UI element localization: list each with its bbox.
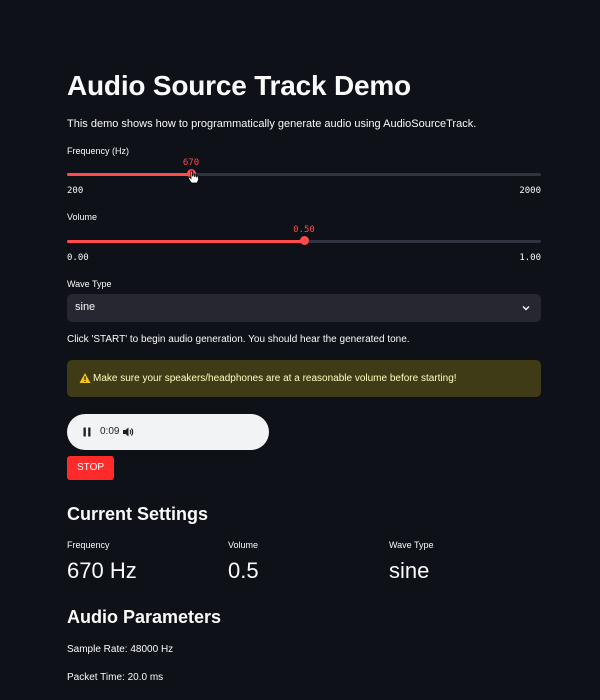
- metric-frequency: Frequency 670 Hz: [67, 540, 137, 584]
- metric-label: Wave Type: [389, 540, 434, 550]
- volume-slider[interactable]: 0.50: [67, 225, 541, 255]
- metric-value: sine: [389, 558, 430, 583]
- chevron-down-icon: [522, 306, 530, 311]
- metric-volume: Volume 0.5: [228, 540, 259, 584]
- metric-label: Volume: [228, 540, 259, 550]
- param-packet-time: Packet Time: 20.0 ms: [67, 672, 164, 683]
- volume-min: 0.00: [67, 253, 89, 263]
- app-page: Audio Source Track Demo This demo shows …: [0, 0, 600, 700]
- metric-value: 0.5: [228, 558, 259, 583]
- pause-icon[interactable]: [82, 427, 92, 437]
- stop-button[interactable]: STOP: [67, 456, 114, 480]
- player-time: 0:09: [100, 426, 120, 437]
- frequency-slider-value: 670: [182, 158, 200, 168]
- instructions-text: Click 'START' to begin audio generation.…: [67, 334, 410, 345]
- frequency-min: 200: [67, 186, 84, 196]
- warning-alert: Make sure your speakers/headphones are a…: [67, 360, 541, 397]
- audio-parameters-heading: Audio Parameters: [67, 607, 222, 627]
- page-title: Audio Source Track Demo: [67, 70, 411, 101]
- warning-icon: [79, 373, 91, 383]
- volume-slider-thumb[interactable]: [300, 236, 309, 245]
- warning-text: Make sure your speakers/headphones are a…: [93, 373, 457, 384]
- hand-cursor-icon: [187, 170, 199, 184]
- volume-icon[interactable]: [122, 426, 134, 438]
- param-sample-rate: Sample Rate: 48000 Hz: [67, 644, 174, 655]
- frequency-label: Frequency (Hz): [67, 146, 130, 156]
- page-description: This demo shows how to programmatically …: [67, 118, 477, 130]
- frequency-slider[interactable]: 670: [67, 158, 541, 188]
- wave-type-value: sine: [75, 301, 96, 313]
- volume-slider-fill: [67, 240, 304, 243]
- wave-type-select[interactable]: sine: [67, 294, 541, 322]
- metric-label: Frequency: [67, 540, 110, 550]
- volume-label: Volume: [67, 212, 98, 222]
- audio-player: 0:09: [67, 414, 269, 450]
- metric-value: 670 Hz: [67, 558, 137, 583]
- wave-type-label: Wave Type: [67, 279, 112, 289]
- volume-slider-value: 0.50: [293, 225, 315, 235]
- current-settings-heading: Current Settings: [67, 504, 209, 524]
- frequency-max: 2000: [519, 186, 541, 196]
- volume-max: 1.00: [519, 253, 541, 263]
- frequency-slider-fill: [67, 173, 191, 176]
- metric-wave-type: Wave Type sine: [389, 540, 434, 584]
